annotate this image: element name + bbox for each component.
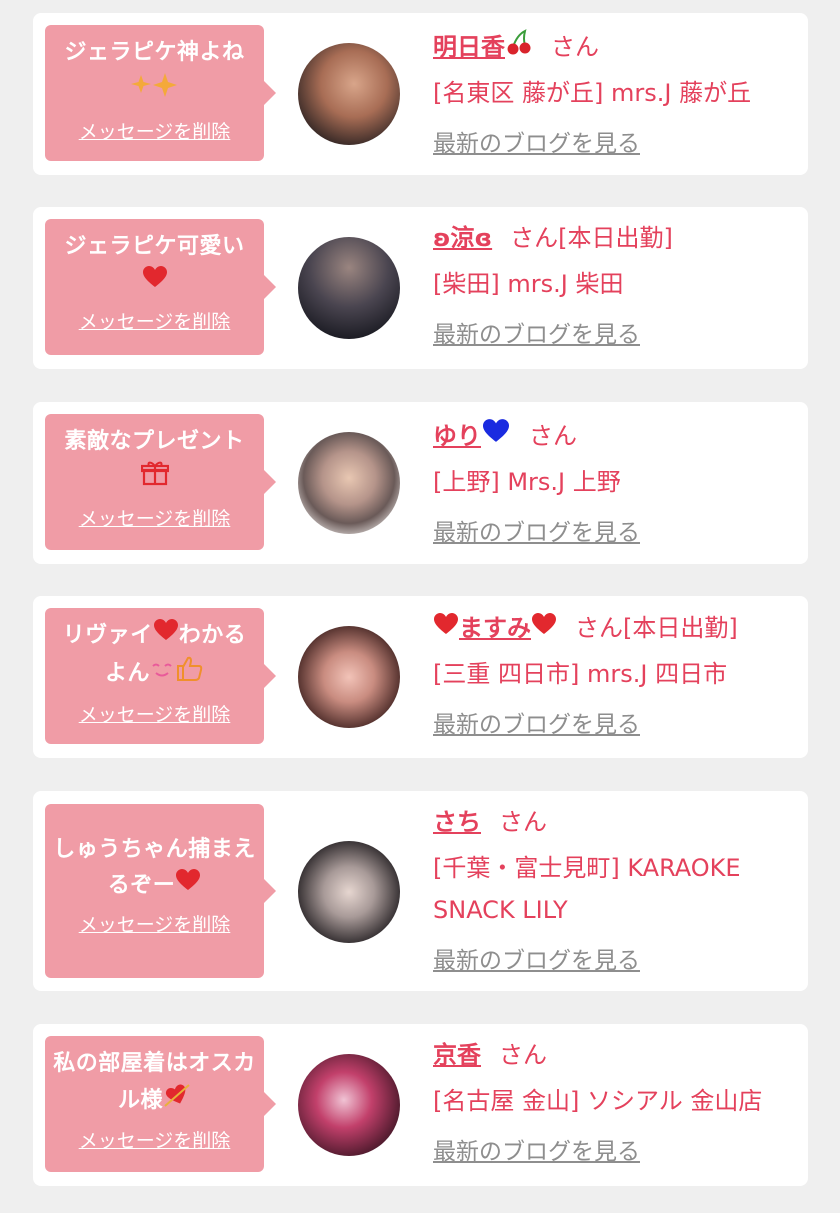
shop-info: [名東区 藤が丘] mrs.J 藤が丘: [433, 79, 752, 107]
profile-name-link[interactable]: ʚ涼ɞ: [433, 224, 492, 252]
message-list: ジェラピケ神よね メッセージを削除 明日香 さん [名東区 藤が丘] mrs.J …: [0, 0, 840, 1213]
message-card: 私の部屋着はオスカル様 メッセージを削除 京香 さん [名古屋 金山] ソシアル …: [33, 1024, 808, 1186]
message-card: 素敵なプレゼント メッセージを削除 ゆり さん [上野] Mrs.J 上野 最新の…: [33, 402, 808, 564]
message-card: ジェラピケ神よね メッセージを削除 明日香 さん [名東区 藤が丘] mrs.J …: [33, 13, 808, 175]
heart-icon: [153, 618, 179, 654]
avatar[interactable]: [298, 237, 400, 339]
gift-icon: [140, 460, 169, 498]
delete-message-link[interactable]: メッセージを削除: [53, 700, 256, 727]
avatar[interactable]: [298, 841, 400, 943]
message-bubble: 素敵なプレゼント メッセージを削除: [45, 414, 276, 550]
delete-message-link[interactable]: メッセージを削除: [53, 504, 256, 531]
blue-heart-icon: [481, 419, 511, 450]
delete-message-link[interactable]: メッセージを削除: [53, 1126, 256, 1153]
latest-blog-link[interactable]: 最新のブログを見る: [433, 513, 640, 547]
latest-blog-link[interactable]: 最新のブログを見る: [433, 1132, 640, 1166]
profile-name-link[interactable]: 京香: [433, 1041, 481, 1069]
profile-name-link[interactable]: ますみ: [433, 613, 557, 642]
shop-info: [名古屋 金山] ソシアル 金山店: [433, 1087, 763, 1115]
delete-message-link[interactable]: メッセージを削除: [53, 117, 256, 144]
latest-blog-link[interactable]: 最新のブログを見る: [433, 315, 640, 349]
avatar[interactable]: [298, 1054, 400, 1156]
avatar[interactable]: [298, 432, 400, 534]
shop-info: [柴田] mrs.J 柴田: [433, 270, 624, 298]
message-bubble: ジェラピケ可愛い メッセージを削除: [45, 219, 276, 355]
smile-icon: [150, 656, 174, 692]
message-bubble: ジェラピケ神よね メッセージを削除: [45, 25, 276, 161]
message-text: しゅうちゃん捕まえるぞー: [53, 832, 256, 904]
message-text: リヴァイ わかる よん: [53, 618, 256, 694]
latest-blog-link[interactable]: 最新のブログを見る: [433, 941, 640, 975]
heart-icon: [142, 265, 168, 301]
message-card: しゅうちゃん捕まえるぞー メッセージを削除 さち さん [千葉・富士見町] KAR…: [33, 791, 808, 991]
message-text: ジェラピケ可愛い: [53, 229, 256, 301]
latest-blog-link[interactable]: 最新のブログを見る: [433, 705, 640, 739]
message-bubble: リヴァイ わかる よん メッセージを削除: [45, 608, 276, 744]
message-bubble: しゅうちゃん捕まえるぞー メッセージを削除: [45, 804, 276, 978]
message-bubble: 私の部屋着はオスカル様 メッセージを削除: [45, 1036, 276, 1172]
heart-icon: [531, 613, 557, 642]
message-card: リヴァイ わかる よん メッセージを削除 ますみ さん[本日出勤] [三重 四日市]…: [33, 596, 808, 758]
profile-name-link[interactable]: ゆり: [433, 419, 511, 450]
message-text: 素敵なプレゼント: [53, 424, 256, 498]
avatar[interactable]: [298, 43, 400, 145]
shop-info: [千葉・富士見町] KARAOKE SNACK LILY: [433, 854, 741, 924]
profile-name-link[interactable]: 明日香: [433, 29, 533, 61]
shop-info: [三重 四日市] mrs.J 四日市: [433, 660, 728, 688]
heart-icon: [175, 868, 201, 904]
heart-arrow-icon: [163, 1082, 191, 1120]
thumbs-up-icon: [174, 654, 204, 694]
delete-message-link[interactable]: メッセージを削除: [53, 307, 256, 334]
cherries-icon: [505, 29, 533, 61]
message-card: ジェラピケ可愛い メッセージを削除 ʚ涼ɞ さん[本日出勤] [柴田] mrs.J…: [33, 207, 808, 369]
profile-name-link[interactable]: さち: [433, 808, 481, 836]
message-text: ジェラピケ神よね: [53, 35, 256, 111]
sparkles-icon: [129, 71, 181, 111]
delete-message-link[interactable]: メッセージを削除: [53, 910, 256, 937]
message-text: 私の部屋着はオスカル様: [53, 1046, 256, 1120]
latest-blog-link[interactable]: 最新のブログを見る: [433, 124, 640, 158]
avatar[interactable]: [298, 626, 400, 728]
shop-info: [上野] Mrs.J 上野: [433, 468, 621, 496]
heart-icon: [433, 613, 459, 642]
